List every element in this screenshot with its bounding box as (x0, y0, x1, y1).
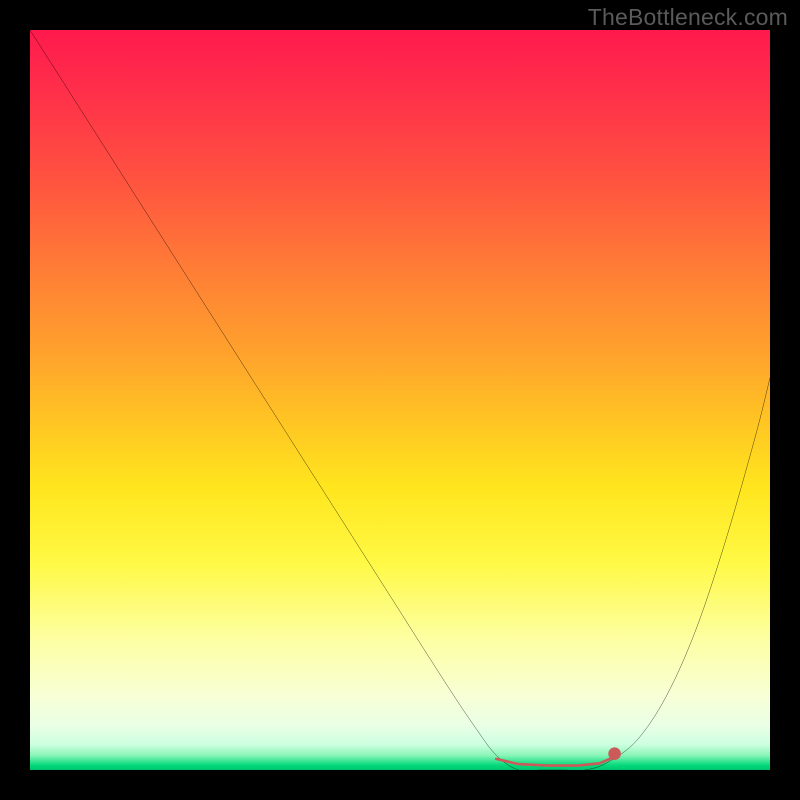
chart-frame: TheBottleneck.com (0, 0, 800, 800)
plot-area (30, 30, 770, 770)
bottleneck-curve (30, 30, 770, 770)
watermark: TheBottleneck.com (588, 4, 788, 31)
optimal-dot-marker (608, 747, 621, 760)
chart-svg (30, 30, 770, 770)
optimal-range-marker (496, 757, 614, 766)
